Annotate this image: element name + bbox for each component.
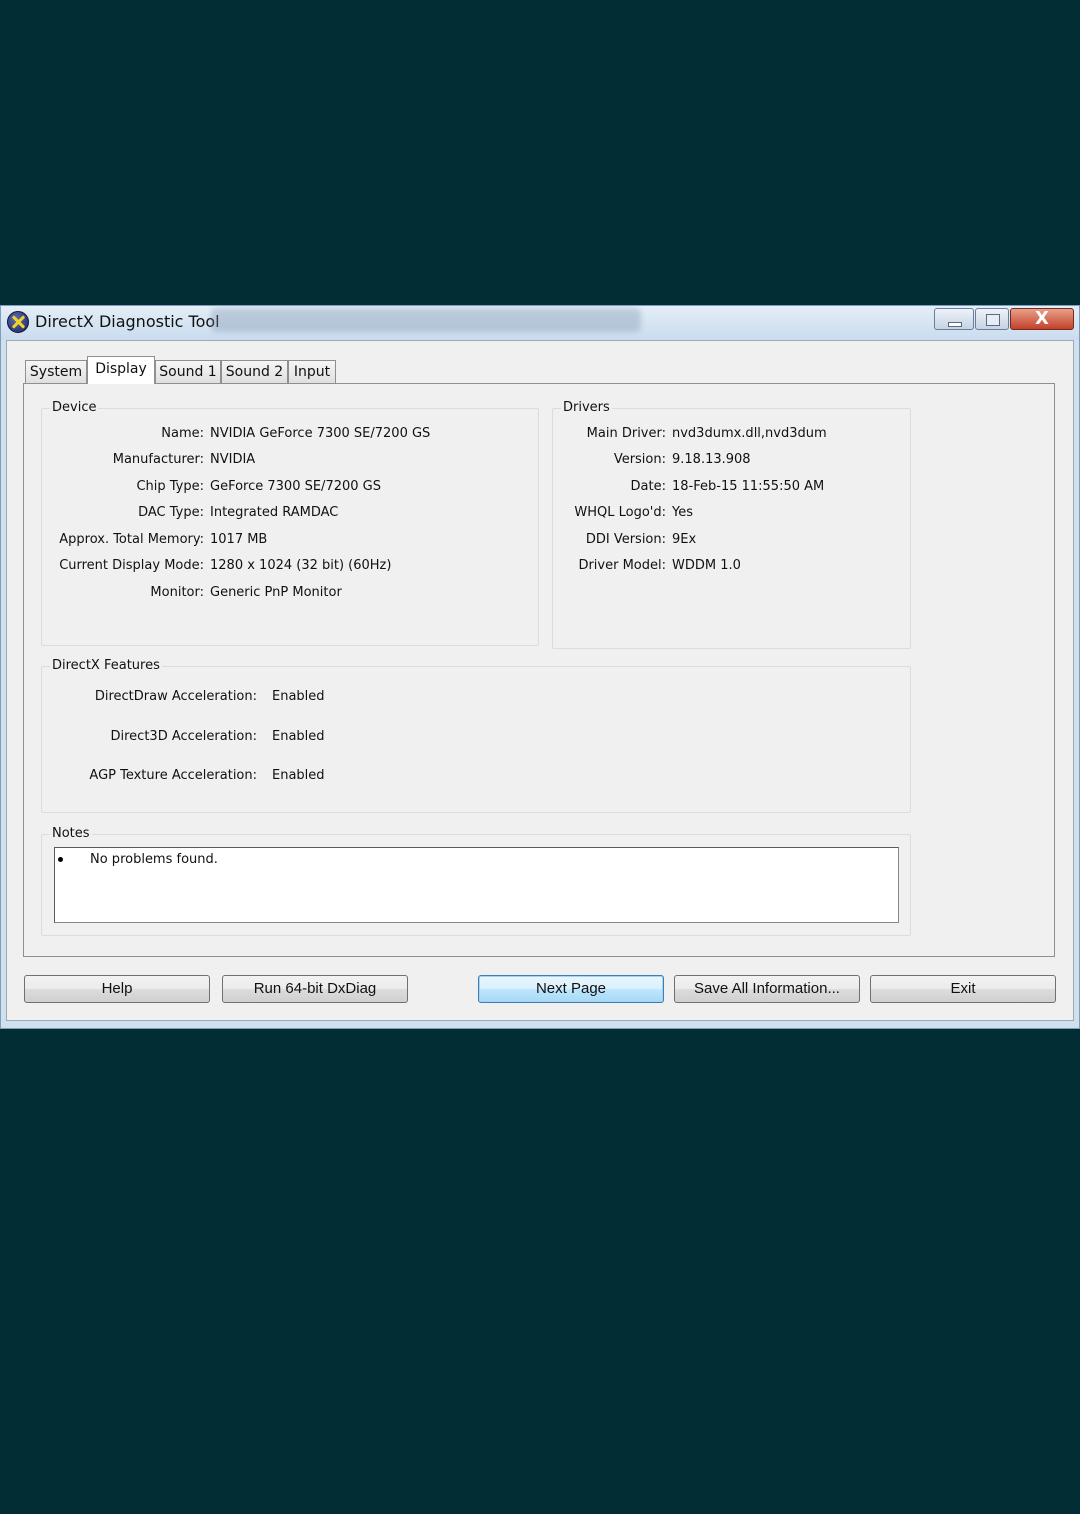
driver-key: Main Driver:: [586, 426, 666, 441]
driver-key: WHQL Logo'd:: [574, 505, 666, 520]
driver-value: 9.18.13.908: [672, 452, 751, 467]
maximize-button[interactable]: [975, 308, 1009, 330]
feature-key: AGP Texture Acceleration:: [89, 768, 257, 783]
bullet-icon: [58, 857, 63, 862]
notes-textbox[interactable]: No problems found.: [54, 847, 899, 923]
driver-key: Version:: [613, 452, 666, 467]
exit-button[interactable]: Exit: [870, 975, 1056, 1003]
blurred-background-text: [211, 308, 641, 332]
help-button[interactable]: Help: [24, 975, 210, 1003]
window-title: DirectX Diagnostic Tool: [35, 312, 220, 331]
device-value: GeForce 7300 SE/7200 GS: [210, 479, 381, 494]
tab-input[interactable]: Input: [288, 360, 336, 384]
tab-display[interactable]: Display: [87, 356, 155, 384]
features-group-label: DirectX Features: [50, 658, 162, 673]
device-value: NVIDIA GeForce 7300 SE/7200 GS: [210, 426, 431, 441]
driver-key: DDI Version:: [585, 532, 666, 547]
tab-sound-1[interactable]: Sound 1: [155, 360, 221, 384]
device-key: Approx. Total Memory:: [59, 532, 204, 547]
tab-sound-2[interactable]: Sound 2: [221, 360, 288, 384]
run-64bit-dxdiag-button[interactable]: Run 64-bit DxDiag: [222, 975, 408, 1003]
driver-value: WDDM 1.0: [672, 558, 741, 573]
device-value: 1017 MB: [210, 532, 268, 547]
feature-key: Direct3D Acceleration:: [110, 729, 258, 744]
device-key: Manufacturer:: [112, 452, 204, 467]
device-key: Chip Type:: [136, 479, 204, 494]
feature-value: Enabled: [272, 729, 325, 744]
driver-value: 18-Feb-15 11:55:50 AM: [672, 479, 825, 494]
display-tab-panel: Device Name: NVIDIA GeForce 7300 SE/7200…: [23, 383, 1055, 957]
directx-features-group: DirectX Features DirectDraw Acceleration…: [41, 658, 911, 813]
driver-key: Driver Model:: [578, 558, 666, 573]
drivers-group: Drivers Main Driver: nvd3dumx.dll,nvd3du…: [552, 400, 911, 649]
driver-value: nvd3dumx.dll,nvd3dum: [672, 426, 827, 441]
feature-value: Enabled: [272, 689, 325, 704]
feature-value: Enabled: [272, 768, 325, 783]
next-page-button[interactable]: Next Page: [478, 975, 664, 1003]
device-value: NVIDIA: [210, 452, 256, 467]
device-key: DAC Type:: [138, 505, 204, 520]
save-all-information-button[interactable]: Save All Information...: [674, 975, 860, 1003]
device-value: Generic PnP Monitor: [210, 585, 342, 600]
device-key: Monitor:: [150, 585, 204, 600]
minimize-button[interactable]: [934, 308, 974, 330]
driver-value: Yes: [672, 505, 693, 520]
note-item: No problems found.: [90, 852, 218, 867]
directx-icon: [7, 311, 29, 333]
device-group: Device Name: NVIDIA GeForce 7300 SE/7200…: [41, 400, 539, 646]
notes-group-label: Notes: [50, 826, 92, 841]
device-value: Integrated RAMDAC: [210, 505, 339, 520]
device-value: 1280 x 1024 (32 bit) (60Hz): [210, 558, 392, 573]
tab-system[interactable]: System: [25, 360, 87, 384]
notes-group: Notes No problems found.: [41, 826, 911, 936]
title-bar[interactable]: DirectX Diagnostic Tool X: [1, 306, 1079, 340]
driver-key: Date:: [630, 479, 666, 494]
drivers-group-label: Drivers: [561, 400, 612, 415]
device-group-label: Device: [50, 400, 99, 415]
device-key: Name:: [161, 426, 204, 441]
device-key: Current Display Mode:: [59, 558, 204, 573]
close-button[interactable]: X: [1010, 308, 1074, 330]
dialog-client: System Display Sound 1 Sound 2 Input Dev…: [6, 340, 1074, 1021]
feature-key: DirectDraw Acceleration:: [94, 689, 257, 704]
dxdiag-window: DirectX Diagnostic Tool X System Display…: [0, 305, 1080, 1029]
driver-value: 9Ex: [672, 532, 697, 547]
